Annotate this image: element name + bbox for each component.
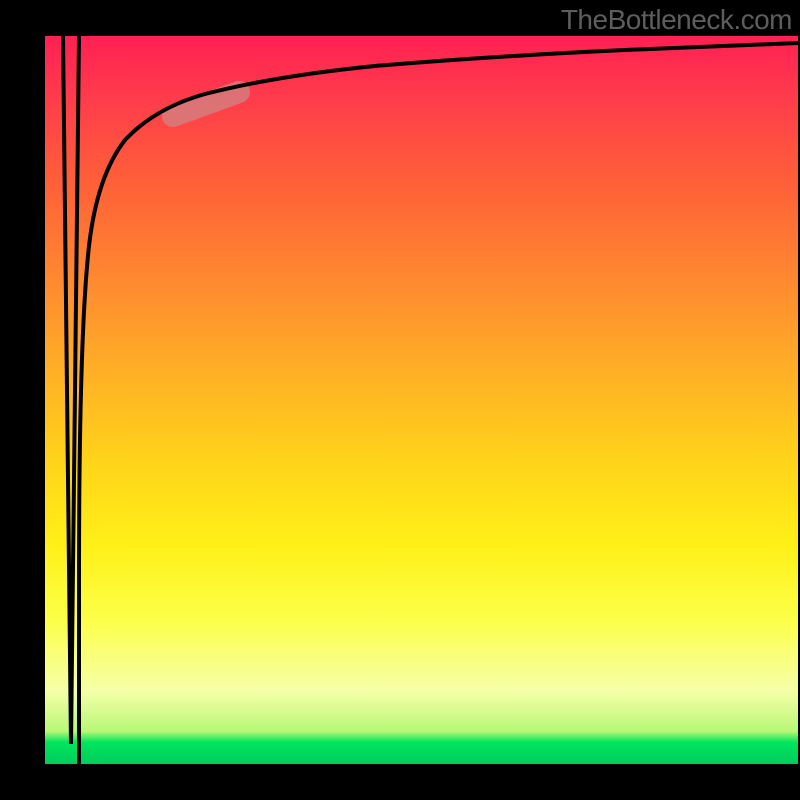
curve-layer xyxy=(45,36,798,764)
main-curve-path-2 xyxy=(79,43,798,764)
plot-area xyxy=(45,36,798,764)
watermark-text: TheBottleneck.com xyxy=(561,4,792,36)
spike-path xyxy=(63,36,79,744)
chart-container: TheBottleneck.com xyxy=(0,0,800,800)
main-curve-path xyxy=(79,36,798,416)
